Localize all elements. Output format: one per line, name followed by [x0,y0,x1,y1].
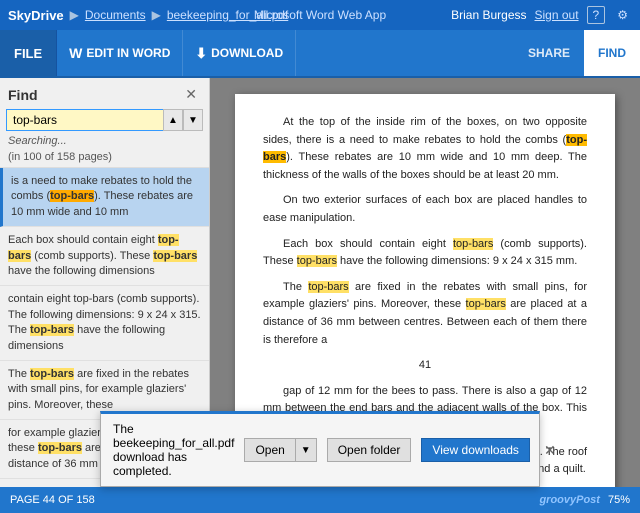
tab-find[interactable]: FIND [584,30,640,76]
find-header: Find ✕ [0,78,209,109]
breadcrumb-sep1: ▶ [70,8,79,22]
doc-para-1: At the top of the inside rim of the boxe… [263,114,587,184]
find-next-button[interactable]: ▼ [183,109,203,131]
open-button[interactable]: Open [244,438,294,462]
find-status: Searching... [0,135,209,151]
tab-share[interactable]: SHARE [514,30,584,76]
find-prev-button[interactable]: ▲ [163,109,183,131]
title-bar: SkyDrive ▶ Documents ▶ beekeeping_for_al… [0,0,640,30]
app-title: Microsoft Word Web App [254,8,386,22]
doc-para-4: The top-bars are fixed in the rebates wi… [263,279,587,349]
status-bar: PAGE 44 OF 158 groovyPost 75% [0,487,640,513]
find-result-3[interactable]: contain eight top-bars (comb supports). … [0,286,209,361]
breadcrumb-sep2: ▶ [152,8,161,22]
skydrive-logo[interactable]: SkyDrive [8,8,64,23]
ribbon: FILE W EDIT IN WORD ⬇ DOWNLOAD SHARE FIN… [0,30,640,78]
download-toast: The beekeeping_for_all.pdf download has … [100,411,540,487]
doc-para-2: On two exterior surfaces of each box are… [263,192,587,227]
find-result-2[interactable]: Each box should contain eight top-bars (… [0,227,209,286]
edit-in-word-button[interactable]: W EDIT IN WORD [57,30,183,76]
zoom-level: 75% [608,494,630,506]
ribbon-tabs: SHARE FIND [514,30,640,76]
groovypost-logo: groovyPost [539,494,600,506]
status-right: groovyPost 75% [539,494,630,506]
find-close-button[interactable]: ✕ [181,84,201,105]
title-bar-left: SkyDrive ▶ Documents ▶ beekeeping_for_al… [8,8,288,23]
find-count: (in 100 of 158 pages) [0,151,209,167]
find-result-1[interactable]: is a need to make rebates to hold the co… [0,168,209,227]
open-folder-button[interactable]: Open folder [327,438,412,462]
word-icon: W [69,45,82,61]
open-button-group: Open ▼ [244,438,316,462]
user-name: Brian Burgess [451,8,526,22]
doc-para-3: Each box should contain eight top-bars (… [263,236,587,271]
open-dropdown-button[interactable]: ▼ [295,438,317,462]
edit-in-word-label: EDIT IN WORD [86,46,170,60]
title-bar-right: Brian Burgess Sign out ? ⚙ [451,6,632,24]
help-icon[interactable]: ? [587,6,606,24]
status-left: PAGE 44 OF 158 [10,494,95,506]
download-button[interactable]: ⬇ DOWNLOAD [183,30,296,76]
find-nav-buttons: ▲ ▼ [163,109,203,131]
settings-icon[interactable]: ⚙ [613,6,632,24]
toast-close-button[interactable]: ✕ [540,442,560,459]
download-label: DOWNLOAD [211,46,283,60]
page-info: PAGE 44 OF 158 [10,494,95,506]
file-button[interactable]: FILE [0,30,57,76]
find-search-box: ▲ ▼ [6,109,203,131]
find-title: Find [8,87,38,103]
download-toast-message: The beekeeping_for_all.pdf download has … [113,422,234,478]
breadcrumb-documents[interactable]: Documents [85,8,146,22]
page-number: 41 [263,357,587,375]
download-icon: ⬇ [195,45,207,62]
signout-link[interactable]: Sign out [535,8,579,22]
view-downloads-button[interactable]: View downloads [421,438,530,462]
